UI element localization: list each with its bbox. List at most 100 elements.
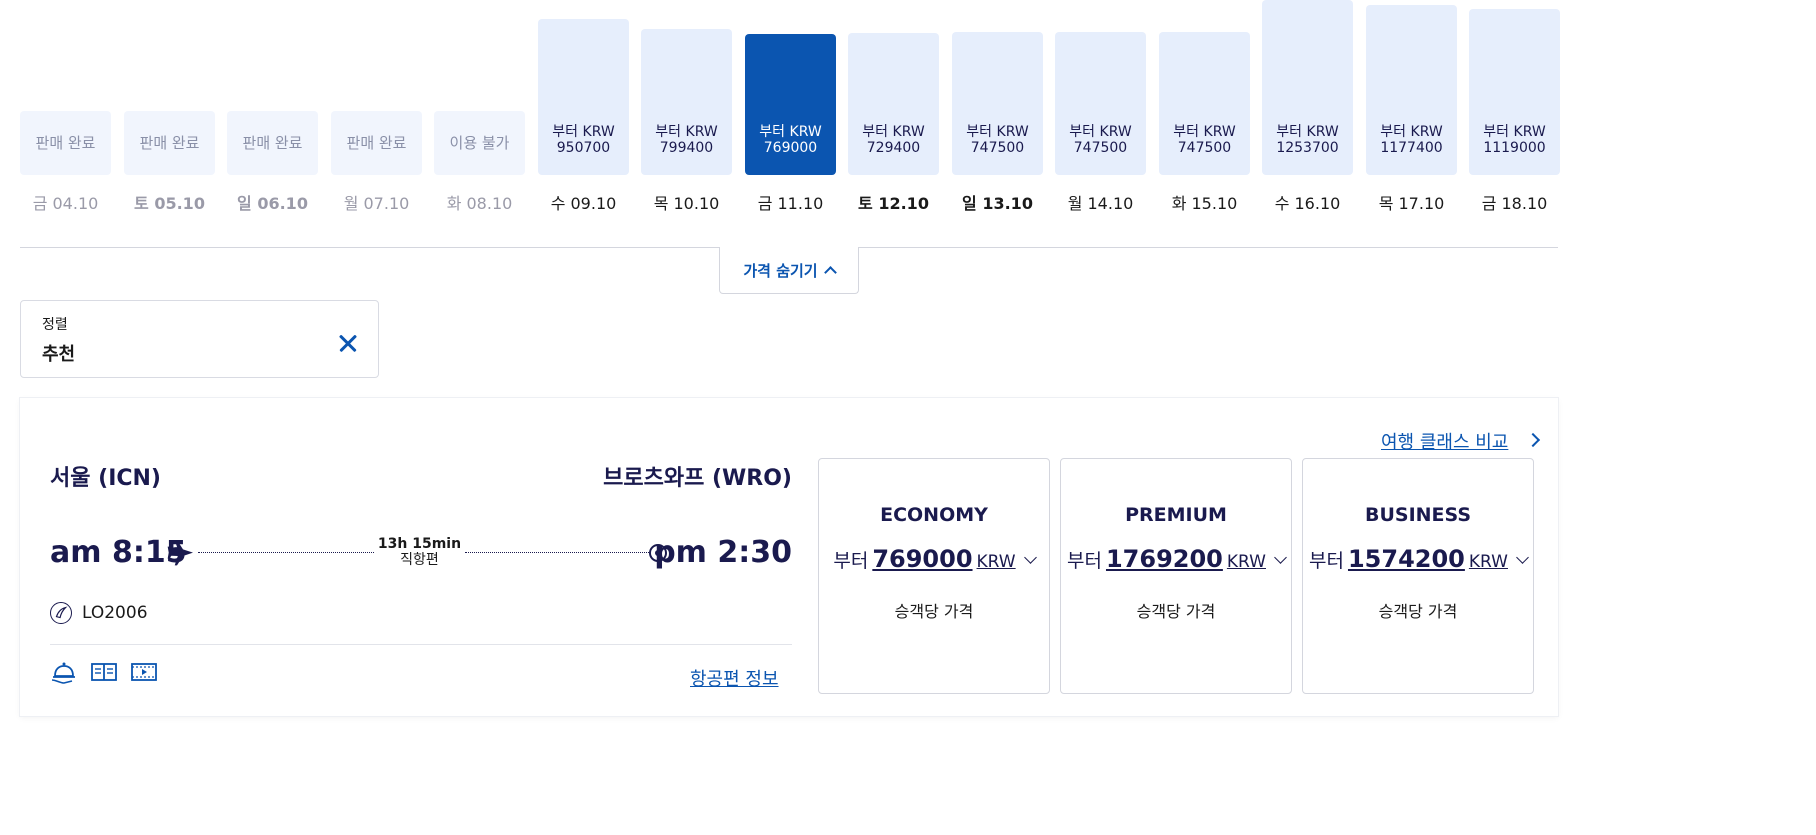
date-label: 일 13.10 [962,194,1033,213]
fare-class-business[interactable]: BUSINESS 부터 1574200 KRW 승객당 가격 [1302,458,1534,694]
sort-dropdown[interactable]: 정렬 추천 [20,300,379,378]
fare-from-label: 부터 [1309,550,1344,572]
card-divider [50,644,792,645]
hide-prices-button[interactable]: 가격 숨기기 [719,247,859,294]
amenities [50,658,158,686]
fare-from-label: 부터 [1067,550,1102,572]
date-option[interactable]: 부터 KRW 1177400 목 17.10 [1366,0,1457,220]
date-option: 판매 완료월 07.10 [331,0,422,220]
fare-class-name: BUSINESS [1364,504,1472,526]
flight-result-card: 서울 (ICN) 브로츠와프 (WRO) am 8:15 13h 15min 직… [20,398,1558,716]
fare-currency: KRW [1226,552,1266,572]
selected-date-price-bar[interactable]: 부터 KRW 769000 [745,34,836,175]
chevron-down-icon[interactable] [1023,551,1037,564]
date-label: 월 14.10 [1067,194,1134,213]
close-icon[interactable] [336,331,360,355]
fare-class-economy[interactable]: ECONOMY 부터 769000 KRW 승객당 가격 [818,458,1050,694]
date-option[interactable]: 부터 KRW 769000 금 11.10 [745,0,836,220]
date-option: 판매 완료 일 06.10 [227,0,318,220]
date-option[interactable]: 부터 KRW 799400 목 10.10 [641,0,732,220]
date-price-text: 부터 KRW 1253700 [1276,124,1339,156]
chevron-down-icon[interactable] [1516,551,1529,564]
date-label: 금 11.10 [757,194,824,213]
route-line [198,552,374,553]
arrival-time: pm 2:30 [654,535,792,570]
date-option[interactable]: 부터 KRW 729400 토 12.10 [848,0,939,220]
stops-text: 직항편 [400,552,439,568]
date-option[interactable]: 부터 KRW 747500 월 14.10 [1055,0,1146,220]
per-passenger-note: 승객당 가격 [894,602,974,621]
date-price-bar: 판매 완료 [124,111,215,175]
date-option[interactable]: 부터 KRW 1119000 금 18.10 [1469,0,1560,220]
date-label: 금 18.10 [1481,194,1548,213]
entertainment-book-icon [91,663,117,681]
date-price-bar: 이용 불가 [434,111,525,175]
date-option[interactable]: 부터 KRW 747500 일 13.10 [952,0,1043,220]
date-price-text: 부터 KRW 950700 [552,124,615,156]
flight-info-link[interactable]: 항공편 정보 [690,665,779,691]
date-price-text: 부터 KRW 1177400 [1380,124,1443,156]
date-label: 월 07.10 [343,194,410,213]
duration-text: 13h 15min [377,536,462,552]
chevron-up-icon [823,266,837,279]
fare-class-name: PREMIUM [1125,504,1227,526]
route-line [465,552,651,553]
date-price-bar[interactable]: 부터 KRW 950700 [538,19,629,175]
fare-currency: KRW [1468,552,1508,572]
date-price-text: 판매 완료 [346,133,407,152]
date-price-strip: 판매 완료 금 04.10 판매 완료 토 05.10 판매 완료 일 06.10 판매 완… [20,0,1560,220]
date-label: 화 15.10 [1171,194,1238,213]
date-price-bar[interactable]: 부터 KRW 1253700 [1262,0,1353,175]
entertainment-video-icon [131,663,157,681]
date-price-bar[interactable]: 부터 KRW 729400 [848,33,939,175]
per-passenger-note: 승객당 가격 [1378,602,1458,621]
per-passenger-note: 승객당 가격 [1136,602,1216,621]
date-label: 목 10.10 [653,194,720,213]
date-price-bar[interactable]: 부터 KRW 799400 [641,29,732,175]
fare-price[interactable]: 부터 1769200 KRW [1061,545,1291,573]
date-price-bar: 판매 완료 [227,111,318,175]
chevron-right-icon[interactable] [1525,432,1541,448]
date-price-bar[interactable]: 부터 KRW 1119000 [1469,9,1560,175]
date-label: 토 12.10 [858,194,929,213]
date-label: 수 16.10 [1274,194,1341,213]
date-price-bar[interactable]: 부터 KRW 747500 [952,32,1043,175]
sort-label: 정렬 [42,317,68,333]
date-price-bar: 판매 완료 [331,111,422,175]
date-option[interactable]: 부터 KRW 747500 화 15.10 [1159,0,1250,220]
fare-price[interactable]: 부터 769000 KRW [819,545,1049,573]
date-price-text: 판매 완료 [242,133,303,152]
date-option: 판매 완료금 04.10 [20,0,111,220]
date-option: 이용 불가화 08.10 [434,0,525,220]
date-price-text: 부터 KRW 747500 [1173,124,1236,156]
date-price-text: 부터 KRW 747500 [966,124,1029,156]
fare-class-name: ECONOMY [880,504,988,526]
origin-airport: 서울 (ICN) [50,466,161,491]
date-price-text: 부터 KRW 769000 [759,124,822,156]
flight-number: LO2006 [82,603,148,623]
fare-from-label: 부터 [833,550,869,572]
fare-price-amount[interactable]: 769000 [872,545,972,573]
date-price-text: 판매 완료 [139,133,200,152]
fare-price[interactable]: 부터 1574200 KRW [1303,545,1533,573]
date-price-bar[interactable]: 부터 KRW 1177400 [1366,5,1457,175]
date-price-text: 판매 완료 [35,133,96,152]
date-price-bar[interactable]: 부터 KRW 747500 [1055,32,1146,175]
date-price-bar[interactable]: 부터 KRW 747500 [1159,32,1250,175]
date-label: 화 08.10 [446,194,513,213]
chevron-down-icon[interactable] [1274,551,1287,564]
flight-duration: 13h 15min 직항편 [374,536,465,568]
date-label: 금 04.10 [32,194,99,213]
date-option[interactable]: 부터 KRW 1253700 수 16.10 [1262,0,1353,220]
date-price-text: 부터 KRW 747500 [1069,124,1132,156]
fare-price-amount[interactable]: 1574200 [1348,545,1465,573]
fare-price-amount[interactable]: 1769200 [1106,545,1223,573]
date-option: 판매 완료 토 05.10 [124,0,215,220]
date-option[interactable]: 부터 KRW 950700 수 09.10 [538,0,629,220]
date-price-text: 부터 KRW 1119000 [1483,124,1546,156]
fare-currency: KRW [976,552,1016,572]
compare-classes-link[interactable]: 여행 클래스 비교 [1381,428,1508,454]
fare-class-premium[interactable]: PREMIUM 부터 1769200 KRW 승객당 가격 [1060,458,1292,694]
airline-logo-icon [50,602,72,624]
date-price-text: 부터 KRW 729400 [862,124,925,156]
